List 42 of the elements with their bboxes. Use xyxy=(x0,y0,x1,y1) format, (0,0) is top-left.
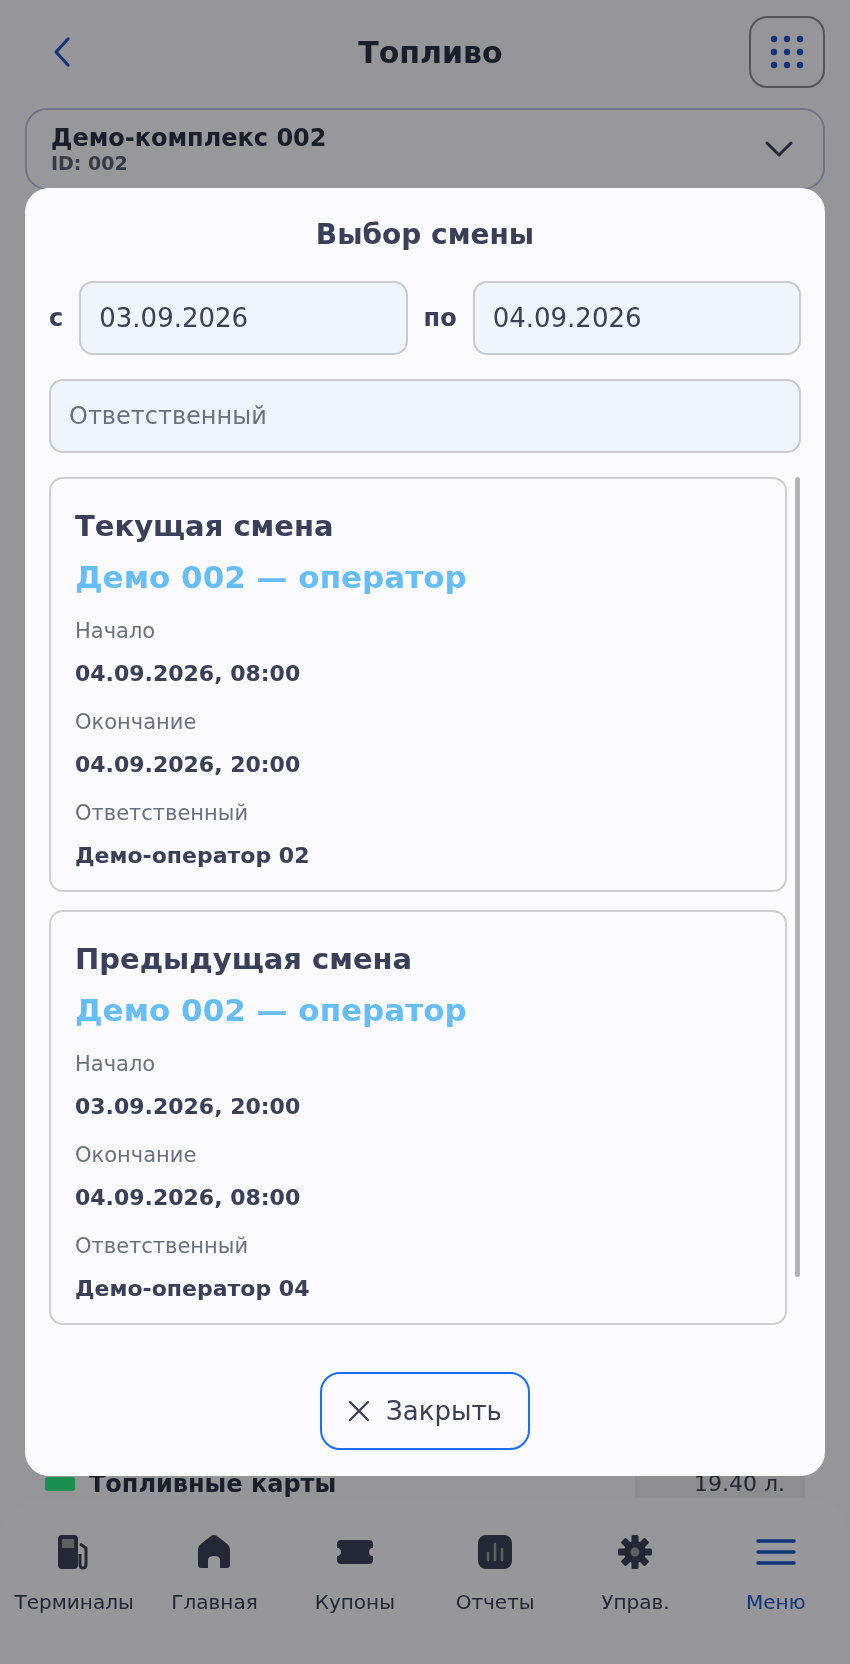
field-label: Окончание xyxy=(75,710,198,734)
responsible-field[interactable]: Ответственный xyxy=(49,379,801,453)
shift-name: Демо 002 — оператор xyxy=(75,992,468,1028)
close-button[interactable]: Закрыть xyxy=(320,1372,530,1450)
chevron-down-icon xyxy=(765,141,793,157)
field-value: 04.09.2026, 20:00 xyxy=(75,752,302,777)
field-value: 03.09.2026, 20:00 xyxy=(75,1094,302,1119)
shift-card[interactable]: Текущая смена Демо 002 — оператор Начало 04.09.2026, 08:00 Окончание 04.09.2026, 20:00 Ответственный Демо-оператор 02 xyxy=(49,477,787,892)
field-label: Начало xyxy=(75,619,157,643)
complex-id: ID: 002 xyxy=(51,152,129,174)
field-label: Начало xyxy=(75,1052,157,1076)
complex-name: Демо-комплекс 002 xyxy=(51,124,327,152)
to-date-field[interactable]: 04.09.2026 xyxy=(472,281,801,355)
page-title: Топливо xyxy=(358,34,503,70)
shift-title: Текущая смена xyxy=(75,509,335,543)
field-label: Ответственный xyxy=(75,801,250,825)
nav-tab[interactable]: Купоны xyxy=(284,1532,425,1664)
shift-card[interactable]: Предыдущая смена Демо 002 — оператор Начало 03.09.2026, 20:00 Окончание 04.09.2026, 08:00 Ответственный Демо-оператор 04 xyxy=(49,910,787,1325)
scrollbar-thumb[interactable] xyxy=(795,477,800,1277)
field-value: Демо-оператор 04 xyxy=(75,1276,311,1301)
nav-tab[interactable]: Отчеты xyxy=(425,1532,566,1664)
from-date-field[interactable]: 03.09.2026 xyxy=(79,281,408,355)
field-label: Ответственный xyxy=(75,1234,250,1258)
field-value: 04.09.2026, 08:00 xyxy=(75,661,302,686)
row-label: Топливные карты xyxy=(89,1469,338,1498)
nav-tab[interactable]: Терминалы xyxy=(4,1532,145,1664)
back-icon[interactable] xyxy=(52,36,72,68)
complex-selector[interactable]: Демо-комплекс 002 ID: 002 xyxy=(25,108,825,190)
from-label: с xyxy=(49,304,64,332)
nav-tab[interactable]: Главная xyxy=(144,1532,285,1664)
nav-tab[interactable]: Управ. xyxy=(565,1532,706,1664)
nav-tab[interactable]: Меню xyxy=(705,1532,846,1664)
apps-button[interactable] xyxy=(749,16,825,88)
shift-title: Предыдущая смена xyxy=(75,942,414,976)
field-value: 04.09.2026, 08:00 xyxy=(75,1185,302,1210)
dots-grid-icon xyxy=(770,35,804,69)
close-icon xyxy=(348,1400,371,1422)
field-label: Окончание xyxy=(75,1143,198,1167)
dialog-title: Выбор смены xyxy=(315,218,535,251)
field-value: Демо-оператор 02 xyxy=(75,843,311,868)
to-label: по xyxy=(423,304,457,332)
shift-name: Демо 002 — оператор xyxy=(75,559,468,595)
